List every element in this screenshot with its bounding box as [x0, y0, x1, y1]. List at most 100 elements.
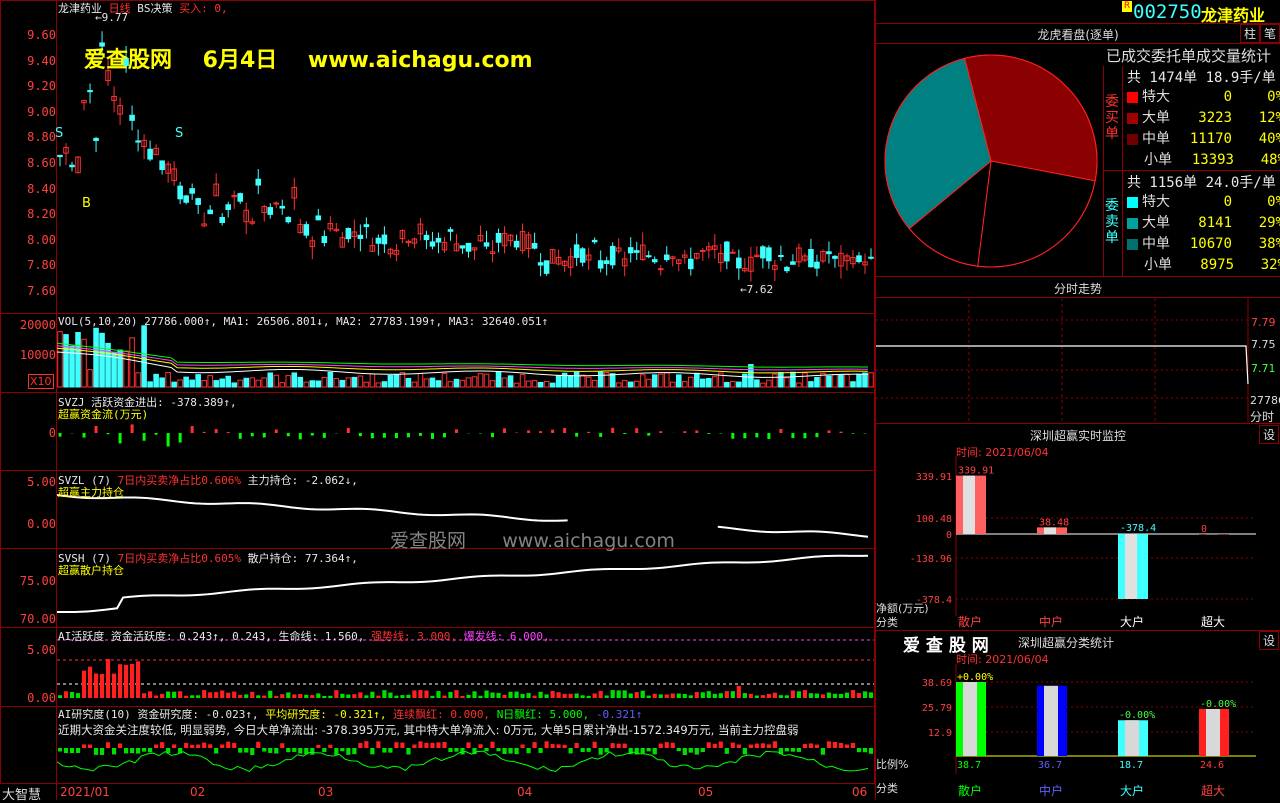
research-bar: [136, 748, 140, 754]
activity-bar: [184, 696, 188, 698]
candle-body: [382, 235, 387, 244]
monitor-value: 0: [1201, 524, 1207, 535]
candle-body: [628, 248, 633, 253]
volume-bar: [148, 382, 153, 387]
research-bar: [809, 743, 813, 748]
activity-bar: [544, 694, 548, 698]
activity-bar: [196, 695, 200, 698]
fund-flow-bar: [407, 433, 410, 437]
candle-body: [436, 238, 441, 242]
activity-bar: [418, 690, 422, 698]
candle-body: [484, 243, 489, 246]
volume-bar: [244, 378, 249, 387]
fund-flow-bar: [839, 432, 842, 433]
bar-view-button[interactable]: 柱: [1240, 24, 1260, 43]
research-bar: [827, 741, 831, 748]
research-bar: [833, 742, 837, 748]
activity-bar: [514, 692, 518, 698]
fund-flow-bar: [755, 433, 758, 437]
activity-bar: [430, 696, 434, 698]
volume-bar: [502, 378, 507, 387]
volume-bar: [785, 378, 790, 387]
monitor-xlabel: 分类: [876, 614, 898, 630]
research-bar: [268, 748, 272, 753]
fund-flow-bar: [119, 433, 122, 443]
stock-code: 002750: [1133, 1, 1202, 23]
candle-body: [184, 196, 189, 202]
activity-bar: [250, 692, 254, 698]
fund-flow-bar: [239, 433, 242, 439]
activity-bar: [352, 694, 356, 698]
activity-bar: [797, 691, 801, 698]
volume-bar: [316, 381, 321, 387]
activity-bar: [124, 665, 128, 698]
research-bar: [863, 748, 867, 752]
volume-bar: [767, 380, 772, 387]
activity-bar: [593, 693, 597, 698]
candle-body: [316, 216, 321, 220]
research-bar: [617, 744, 621, 748]
monitor-value: 339.91: [958, 466, 994, 477]
ai-activity-tick: 0.00: [0, 691, 56, 705]
fund-flow-bar: [707, 433, 710, 434]
vol-header: VOL(5,10,20) 27786.000↑, MA1: 26506.801↓…: [58, 315, 548, 328]
stat-value: 11170: [1170, 131, 1232, 147]
volume-bar: [430, 378, 435, 387]
candle-body: [725, 242, 730, 261]
activity-bar: [731, 691, 735, 698]
fund-flow-bar: [287, 433, 290, 436]
activity-bar: [713, 694, 717, 698]
research-bar: [88, 745, 92, 748]
candle-body: [731, 252, 736, 253]
tick-view-button[interactable]: 笔: [1260, 24, 1280, 43]
volume-bar: [424, 379, 429, 387]
order-stat-row: 特大00%: [1127, 191, 1280, 211]
fund-flow-bar: [419, 433, 422, 436]
stat-percent: 32%: [1234, 257, 1280, 273]
class-top-label: +0.00%: [957, 672, 993, 683]
activity-bar: [316, 693, 320, 698]
activity-bar: [653, 694, 657, 698]
activity-bar: [851, 690, 855, 698]
candle-body: [610, 246, 615, 264]
volume-bar: [574, 372, 579, 387]
svsh-tick: 70.00: [0, 612, 56, 626]
fund-flow-bar: [767, 433, 770, 439]
candle-body: [304, 225, 309, 236]
volume-bar: [220, 379, 225, 387]
right-sep: [876, 423, 1280, 424]
candle-body: [286, 217, 291, 221]
volume-bar: [863, 373, 868, 387]
monitor-settings-button[interactable]: 设: [1259, 425, 1279, 444]
research-bar: [196, 745, 200, 748]
kline-chart: [57, 0, 874, 784]
activity-bar: [755, 695, 759, 698]
activity-bar: [376, 696, 380, 698]
volume-bar: [388, 375, 393, 387]
fund-flow-bar: [143, 433, 146, 441]
research-bar: [202, 743, 206, 748]
activity-bar: [88, 667, 92, 698]
activity-bar: [406, 695, 410, 698]
class-value: 38.7: [957, 760, 981, 771]
class-settings-button[interactable]: 设: [1259, 631, 1279, 650]
activity-bar: [286, 692, 290, 698]
volume-bar: [370, 374, 375, 387]
research-bar: [514, 748, 518, 754]
fund-flow-bar: [203, 432, 206, 433]
intraday-tick: 7.79: [1251, 316, 1276, 329]
svzj-subtitle: 超赢资金流(万元): [58, 406, 148, 422]
volume-bar: [484, 374, 489, 387]
activity-bar: [118, 664, 122, 698]
fund-flow-bar: [623, 433, 626, 434]
activity-bar: [436, 691, 440, 698]
order-stat-row: 特大00%: [1127, 86, 1280, 106]
volume-bar: [628, 382, 633, 387]
order-stat-row: 小单897532%: [1127, 254, 1280, 274]
stat-key: 中单: [1142, 236, 1170, 252]
kline-header: 龙津药业 日线 BS决策 买入: 0,: [58, 0, 228, 16]
volume-bar: [376, 383, 381, 387]
candle-body: [592, 240, 597, 241]
svzl-tick: 0.00: [0, 517, 56, 531]
volume-bar: [713, 377, 718, 387]
